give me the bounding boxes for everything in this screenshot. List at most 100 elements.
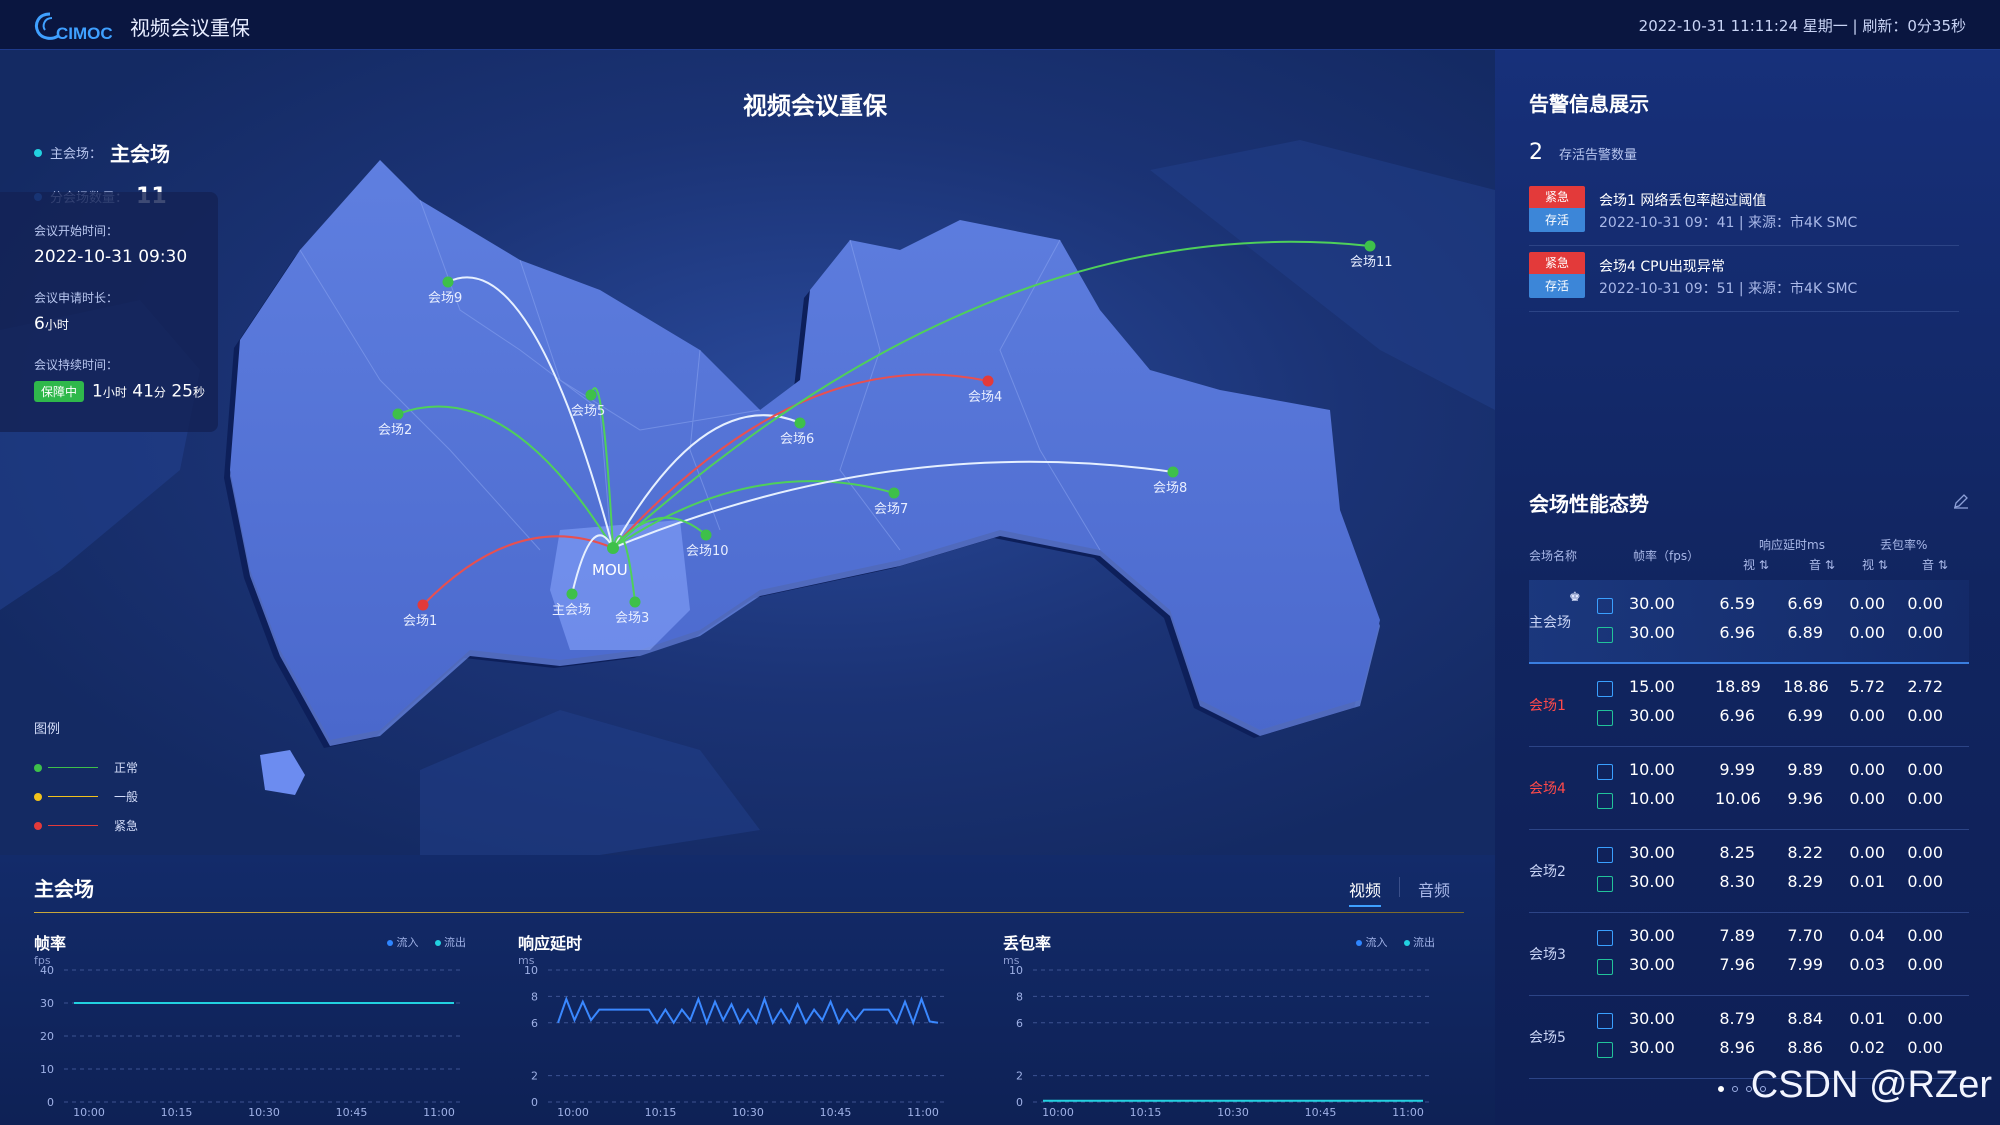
app-title: 视频会议重保: [130, 16, 250, 40]
y-tick-label: 40: [40, 964, 54, 977]
metric-value: 15.00: [1629, 677, 1675, 696]
map-legend: 图例 正常 一般 紧急: [34, 718, 138, 840]
alarm-badges: 紧急 存活: [1529, 186, 1585, 234]
main-venue-charts-panel: 主会场 视频 音频 帧率 流入 流出 fps 40 30 20 10 0 10:00 10:1…: [0, 855, 1495, 1125]
y-tick-label: 10: [524, 964, 538, 977]
y-tick-label: 0: [47, 1096, 54, 1109]
metric-value: 9.89: [1787, 760, 1823, 779]
site-marker: [888, 487, 900, 499]
legend-line: [48, 767, 98, 768]
y-tick-label: 30: [40, 997, 54, 1010]
x-tick-label: 10:15: [161, 1106, 193, 1119]
outbound-icon: [1597, 627, 1613, 643]
metric-value: 30.00: [1629, 623, 1675, 642]
duration-unit: 小时: [44, 318, 69, 332]
site-label: 会场11: [1350, 255, 1393, 270]
site-marker: [629, 596, 641, 608]
metric-value: 0.00: [1849, 706, 1885, 725]
y-tick-label: 6: [1016, 1017, 1023, 1030]
performance-row[interactable]: 会场3 30.00 7.89 7.70 0.04 0.00 30.00 7.96 7.99 0.0…: [1529, 912, 1969, 996]
duration-value: 6小时: [34, 314, 218, 334]
performance-row[interactable]: 会场2 30.00 8.25 8.22 0.00 0.00 30.00 8.30 8.29 0.0…: [1529, 829, 1969, 913]
venue-name[interactable]: 会场2: [1529, 861, 1566, 881]
metric-value: 8.30: [1719, 872, 1755, 891]
performance-row[interactable]: 会场1 15.00 18.89 18.86 5.72 2.72 30.00 6.96 6.99 0…: [1529, 663, 1969, 747]
y-tick-label: 0: [531, 1096, 538, 1109]
header-loss-video[interactable]: 视 ⇅: [1862, 556, 1888, 573]
venue-name[interactable]: 会场1: [1529, 695, 1566, 715]
y-tick-label: 6: [531, 1017, 538, 1030]
datetime-refresh: 2022-10-31 11:11:24 星期一 | 刷新：0分35秒: [1639, 15, 1966, 36]
metric-value: 0.04: [1849, 926, 1885, 945]
inbound-icon: [1597, 1013, 1613, 1029]
chair-icon: ♚: [1569, 590, 1581, 605]
venue-name[interactable]: 会场4: [1529, 778, 1566, 798]
page-dot[interactable]: [1732, 1086, 1738, 1092]
green-dot-icon: [34, 763, 42, 772]
y-tick-label: 10: [1009, 964, 1023, 977]
hub-marker: [607, 542, 619, 554]
alarm-item[interactable]: 紧急 存活 会场1 网络丢包率超过阈值 2022-10-31 09：41 | 来…: [1529, 184, 1959, 246]
metric-value: 8.96: [1719, 1038, 1755, 1057]
venue-name[interactable]: 会场3: [1529, 944, 1566, 964]
tab-audio[interactable]: 音频: [1418, 877, 1450, 907]
metric-value: 30.00: [1629, 926, 1675, 945]
header-name: 会场名称: [1529, 549, 1578, 563]
metric-value: 0.00: [1849, 594, 1885, 613]
performance-title: 会场性能态势: [1529, 492, 1649, 516]
venue-name[interactable]: 主会场: [1529, 612, 1571, 632]
legend-item-general: 一般: [34, 782, 138, 811]
latency-plot: ms10862010:00 10:15 10:30 10:45 11:00: [518, 954, 948, 1119]
metric-value: 10.00: [1629, 789, 1675, 808]
metric-value: 30.00: [1629, 1038, 1675, 1057]
header-latency-audio[interactable]: 音 ⇅: [1809, 556, 1835, 573]
metric-value: 10.00: [1629, 760, 1675, 779]
cimoc-logo: CIMOC: [35, 12, 113, 43]
chart-legend: 流入 流出: [387, 934, 466, 950]
metric-value: 6.99: [1787, 706, 1823, 725]
venue-name[interactable]: 会场5: [1529, 1027, 1566, 1047]
header-latency-video[interactable]: 视 ⇅: [1743, 556, 1769, 573]
x-tick-label: 11:00: [1392, 1106, 1424, 1119]
site-label: 会场3: [615, 611, 649, 626]
site-marker: [982, 375, 994, 387]
metric-value: 30.00: [1629, 843, 1675, 862]
legend-title: 图例: [34, 722, 61, 737]
metric-value: 30.00: [1629, 1009, 1675, 1028]
city-map[interactable]: 会场9 会场5 会场2 会场6 会场4 会场7 会场8 会场10 会场1 主会场会场3 会场11 MO…: [0, 50, 1495, 855]
bottom-title: 主会场: [34, 877, 94, 901]
metric-value: 0.00: [1907, 843, 1943, 862]
chart-legend: 流入 流出: [1356, 934, 1435, 950]
site-label: 会场5: [571, 404, 605, 419]
inbound-icon: [1597, 598, 1613, 614]
elapsed-minutes: 41: [132, 381, 154, 402]
performance-row[interactable]: 主会场 ♚ 30.00 6.59 6.69 0.00 0.00 30.00 6.96 6.89 0.…: [1529, 580, 1969, 664]
refresh-timer[interactable]: 刷新：0分35秒: [1862, 17, 1966, 35]
media-tabs: 视频 音频: [1348, 877, 1450, 907]
metric-value: 6.59: [1719, 594, 1755, 613]
site-label: 会场4: [968, 390, 1002, 405]
metric-value: 8.79: [1719, 1009, 1755, 1028]
framerate-plot: fps40302010010:00 10:15 10:30 10:45 11:00: [34, 954, 464, 1119]
alarm-item[interactable]: 紧急 存活 会场4 CPU出现异常 2022-10-31 09：51 | 来源：…: [1529, 250, 1959, 312]
outbound-icon: [1597, 793, 1613, 809]
x-tick-label: 10:30: [248, 1106, 280, 1119]
performance-row[interactable]: 会场4 10.00 9.99 9.89 0.00 0.00 10.00 10.06 9.96 0.…: [1529, 746, 1969, 830]
metric-value: 8.84: [1787, 1009, 1823, 1028]
page-dot[interactable]: [1718, 1086, 1724, 1092]
legend-item-urgent: 紧急: [34, 811, 138, 840]
meeting-info-panel: 会议开始时间： 2022-10-31 09:30 会议申请时长： 6小时 会议持…: [0, 192, 218, 432]
site-marker: [1167, 466, 1179, 478]
site-marker: [700, 529, 712, 541]
outbound-icon: [1597, 1042, 1613, 1058]
metric-value: 8.22: [1787, 843, 1823, 862]
gold-divider: [34, 912, 1464, 913]
cyan-dot-icon: [1403, 940, 1410, 946]
legend-line: [48, 825, 98, 826]
tab-video[interactable]: 视频: [1348, 877, 1381, 907]
y-tick-label: 8: [1016, 990, 1023, 1003]
metric-value: 8.25: [1719, 843, 1755, 862]
edit-icon[interactable]: [1952, 492, 1970, 510]
alarm-text: 会场4 CPU出现异常: [1599, 259, 1725, 275]
header-loss-audio[interactable]: 音 ⇅: [1922, 556, 1948, 573]
